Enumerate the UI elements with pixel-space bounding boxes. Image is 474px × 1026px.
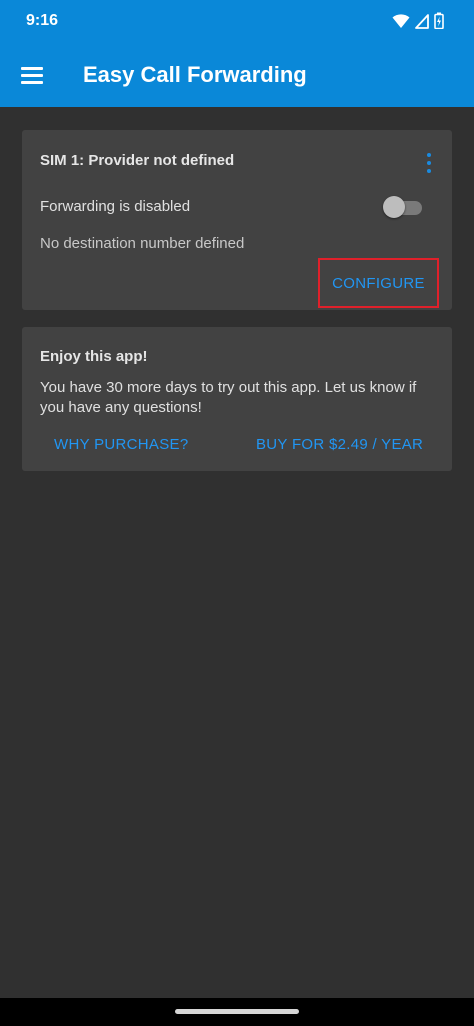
buy-button[interactable]: BUY FOR $2.49 / YEAR	[256, 436, 423, 453]
status-time: 9:16	[26, 12, 59, 29]
navigation-bar	[0, 998, 474, 1026]
promo-message: You have 30 more days to try out this ap…	[40, 379, 417, 416]
sim-card: SIM 1: Provider not defined Forwarding i…	[22, 130, 452, 310]
app-bar: 9:16 Easy Call Forwarding	[0, 0, 474, 107]
more-vert-icon[interactable]	[422, 152, 436, 174]
hamburger-menu-icon[interactable]	[18, 60, 48, 90]
status-bar: 9:16	[0, 0, 474, 44]
gesture-handle[interactable]	[175, 1009, 299, 1014]
forwarding-toggle[interactable]	[382, 196, 424, 218]
status-icons	[392, 12, 444, 29]
configure-button[interactable]: CONFIGURE	[318, 258, 439, 308]
signal-icon	[415, 13, 429, 29]
destination-number-text: No destination number defined	[40, 235, 245, 252]
sim-card-title: SIM 1: Provider not defined	[40, 152, 235, 169]
forwarding-status-label: Forwarding is disabled	[40, 198, 191, 215]
battery-charging-icon	[434, 12, 444, 29]
promo-card: Enjoy this app! You have 30 more days to…	[22, 327, 452, 471]
why-purchase-button[interactable]: WHY PURCHASE?	[54, 436, 188, 453]
promo-card-title: Enjoy this app!	[40, 348, 148, 365]
wifi-icon	[392, 13, 410, 28]
toggle-thumb	[383, 196, 405, 218]
configure-button-label: CONFIGURE	[332, 274, 425, 292]
app-title: Easy Call Forwarding	[83, 62, 307, 87]
